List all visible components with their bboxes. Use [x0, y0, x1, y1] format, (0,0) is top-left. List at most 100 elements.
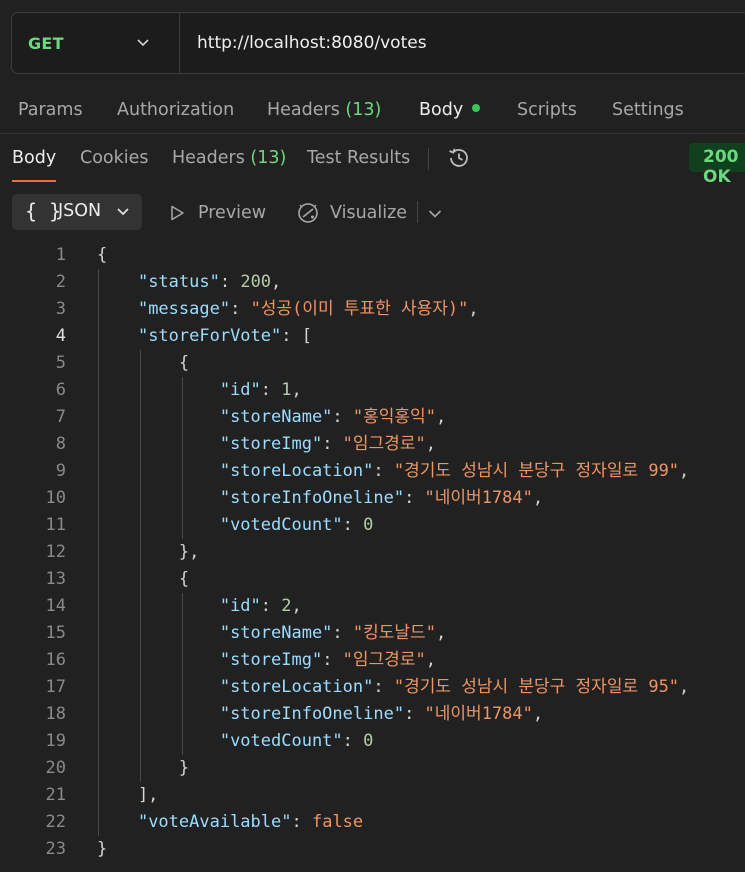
- code-line: 19 "votedCount": 0: [0, 728, 745, 755]
- code-line: 21 ],: [0, 782, 745, 809]
- response-body-viewer[interactable]: 1{2 "status": 200, 3 "message": "성공(이미 투표…: [0, 242, 745, 872]
- code-line: 18 "storeInfoOneline": "네이버1784",: [0, 701, 745, 728]
- response-tab-headers[interactable]: Headers (13): [172, 148, 286, 168]
- code-token: :: [230, 299, 251, 319]
- tab-scripts[interactable]: Scripts: [517, 100, 577, 120]
- play-icon: [171, 205, 184, 221]
- code-text: ],: [97, 782, 158, 809]
- code-token: "임그경로": [342, 650, 426, 670]
- code-token: "경기도 성남시 분당구 정자일로 95": [393, 677, 680, 697]
- line-number: 2: [55, 272, 66, 292]
- code-text: "id": 2,: [97, 593, 302, 620]
- code-token: "storeName": [219, 407, 333, 427]
- code-text: {: [97, 350, 189, 377]
- history-icon[interactable]: [446, 145, 472, 171]
- code-text: "status": 200,: [97, 269, 281, 296]
- braces-icon: { }: [25, 199, 62, 223]
- line-number: 21: [45, 785, 66, 805]
- code-text: "voteAvailable": false: [97, 809, 363, 836]
- url-input[interactable]: http://localhost:8080/votes: [180, 33, 427, 53]
- line-number: 9: [55, 461, 66, 481]
- code-text: "id": 1,: [97, 377, 302, 404]
- code-token: ,: [425, 434, 436, 454]
- postman-window: GET http://localhost:8080/votes Params A…: [0, 0, 745, 872]
- code-token: "네이버1784": [424, 488, 533, 508]
- code-token: "voteAvailable": [137, 812, 292, 832]
- code-token: :: [260, 380, 282, 400]
- line-number: 15: [45, 623, 66, 643]
- code-line: 4 "storeForVote": [: [0, 323, 745, 350]
- response-tab-headers-label: Headers: [172, 148, 245, 168]
- tab-body[interactable]: Body: [419, 100, 481, 120]
- code-token: 0: [363, 731, 374, 751]
- code-token: ,: [679, 677, 690, 697]
- code-token: "message": [137, 299, 231, 319]
- response-tabs: Body Cookies Headers (13) Test Results: [0, 140, 745, 184]
- code-line: 22 "voteAvailable": false: [0, 809, 745, 836]
- code-line: 5 {: [0, 350, 745, 377]
- code-line: 2 "status": 200,: [0, 269, 745, 296]
- code-token: :: [404, 704, 425, 724]
- code-token: "경기도 성남시 분당구 정자일로 99": [393, 461, 680, 481]
- line-number: 3: [55, 299, 66, 319]
- code-token: :: [332, 623, 353, 643]
- format-label: JSON: [58, 201, 102, 221]
- code-token: :: [291, 812, 312, 832]
- code-token: ,: [291, 596, 302, 616]
- preview-button[interactable]: Preview: [168, 200, 266, 226]
- code-token: "storeLocation": [219, 677, 374, 697]
- code-token: "id": [219, 380, 261, 400]
- line-number: 18: [45, 704, 66, 724]
- code-line: 15 "storeName": "킹도날드",: [0, 620, 745, 647]
- headers-count: (13): [345, 100, 382, 120]
- code-token: ,: [532, 704, 544, 724]
- chevron-down-icon[interactable]: [427, 205, 443, 221]
- code-token: 200: [240, 272, 272, 292]
- response-tab-body[interactable]: Body: [12, 148, 56, 168]
- preview-label: Preview: [198, 203, 267, 223]
- tab-body-label: Body: [419, 100, 464, 120]
- tab-settings[interactable]: Settings: [612, 100, 684, 120]
- code-token: ,: [435, 623, 447, 643]
- code-token: :: [373, 461, 394, 481]
- code-token: "임그경로": [342, 434, 426, 454]
- line-number: 19: [45, 731, 66, 751]
- line-number: 23: [45, 839, 66, 859]
- line-number: 14: [45, 596, 66, 616]
- code-line: 10 "storeInfoOneline": "네이버1784",: [0, 485, 745, 512]
- code-token: "storeName": [219, 623, 333, 643]
- visualize-button[interactable]: Visualize: [296, 199, 407, 227]
- line-number: 13: [45, 569, 66, 589]
- tab-headers-label: Headers: [267, 100, 340, 120]
- tab-authorization[interactable]: Authorization: [117, 100, 234, 120]
- format-select[interactable]: { } JSON: [12, 194, 142, 230]
- chevron-down-icon: [137, 39, 149, 47]
- code-token: "홍익홍익": [352, 407, 436, 427]
- code-line: 8 "storeImg": "임그경로",: [0, 431, 745, 458]
- code-token: "storeForVote": [137, 326, 282, 346]
- request-url-bar: GET http://localhost:8080/votes: [11, 12, 745, 74]
- divider: [428, 148, 429, 170]
- response-tab-test-results[interactable]: Test Results: [307, 148, 410, 168]
- code-line: 20 }: [0, 755, 745, 782]
- code-token: :: [404, 488, 425, 508]
- line-number: 11: [45, 515, 66, 535]
- tab-headers[interactable]: Headers (13): [267, 100, 381, 120]
- code-line: 17 "storeLocation": "경기도 성남시 분당구 정자일로 95…: [0, 674, 745, 701]
- code-token: ,: [468, 299, 479, 319]
- method-select[interactable]: GET: [12, 13, 180, 73]
- active-tab-underline: [12, 180, 56, 182]
- line-number: 22: [45, 812, 66, 832]
- code-text: "message": "성공(이미 투표한 사용자)",: [97, 296, 479, 323]
- line-number: 12: [45, 542, 66, 562]
- tab-params[interactable]: Params: [18, 100, 83, 120]
- chevron-down-icon: [117, 208, 129, 216]
- response-tab-cookies[interactable]: Cookies: [80, 148, 149, 168]
- code-token: {: [97, 353, 190, 373]
